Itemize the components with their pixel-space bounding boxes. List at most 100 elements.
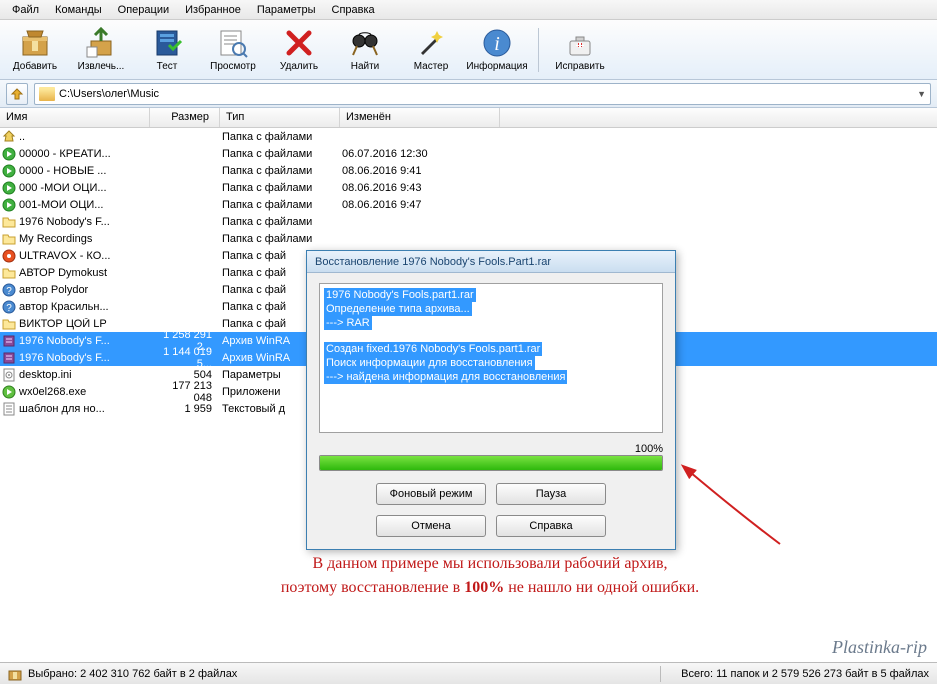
folder-icon xyxy=(2,317,16,331)
toolbar-label: Добавить xyxy=(13,61,57,72)
toolbar-label: Информация xyxy=(466,61,527,72)
annotation-caption: В данном примере мы использовали рабочий… xyxy=(140,552,840,600)
col-name[interactable]: Имя xyxy=(0,108,150,127)
up-icon xyxy=(2,130,16,144)
file-row[interactable]: My RecordingsПапка с файлами xyxy=(0,230,937,247)
repair-dialog: Восстановление 1976 Nobody's Fools.Part1… xyxy=(306,250,676,550)
add-button[interactable]: Добавить xyxy=(6,25,64,74)
toolbar-label: Просмотр xyxy=(210,61,256,72)
progress-bar xyxy=(319,455,663,471)
exe-icon xyxy=(2,385,16,399)
toolbar-label: Тест xyxy=(157,61,178,72)
path-text: C:\Users\олег\Music xyxy=(59,88,159,100)
toolbar-label: Удалить xyxy=(280,61,318,72)
svg-text:?: ? xyxy=(6,286,12,297)
file-type: Папка с файлами xyxy=(222,131,342,143)
menu-options[interactable]: Параметры xyxy=(249,2,324,18)
toolbar: Добавить Извлечь... Тест Просмотр Удалит… xyxy=(0,20,937,80)
background-button[interactable]: Фоновый режим xyxy=(376,483,486,505)
help-button[interactable]: Справка xyxy=(496,515,606,537)
file-modified: 08.06.2016 9:41 xyxy=(342,165,502,177)
play-icon xyxy=(2,164,16,178)
file-size: 1 144 019 5... xyxy=(152,346,222,370)
delete-icon xyxy=(283,27,315,59)
cancel-button[interactable]: Отмена xyxy=(376,515,486,537)
play-icon xyxy=(2,147,16,161)
wizard-button[interactable]: Мастер xyxy=(402,25,460,74)
archive-icon xyxy=(19,27,51,59)
file-row[interactable]: 0000 - НОВЫЕ ... Папка с файлами08.06.201… xyxy=(0,162,937,179)
test-icon xyxy=(151,27,183,59)
folder-icon xyxy=(2,266,16,280)
file-modified: 08.06.2016 9:47 xyxy=(342,199,502,211)
toolbar-separator xyxy=(538,28,539,72)
file-name: 000 -МОИ ОЦИ... xyxy=(19,182,107,194)
repair-icon xyxy=(564,27,596,59)
path-input[interactable]: C:\Users\олег\Music ▼ xyxy=(34,83,931,105)
up-button[interactable] xyxy=(6,83,28,105)
progress-percent: 100% xyxy=(635,443,663,455)
file-row[interactable]: 00000 - КРЕАТИ...Папка с файлами06.07.20… xyxy=(0,145,937,162)
toolbar-label: Найти xyxy=(351,61,380,72)
file-name: шаблон для но... xyxy=(19,403,105,415)
file-name: desktop.ini xyxy=(19,369,72,381)
test-button[interactable]: Тест xyxy=(138,25,196,74)
menu-help[interactable]: Справка xyxy=(324,2,383,18)
extract-icon xyxy=(85,27,117,59)
find-button[interactable]: Найти xyxy=(336,25,394,74)
file-name: wx0el268.exe xyxy=(19,386,86,398)
dropdown-arrow-icon[interactable]: ▼ xyxy=(917,89,926,99)
file-name: автор Polydor xyxy=(19,284,88,296)
delete-button[interactable]: Удалить xyxy=(270,25,328,74)
file-row[interactable]: 001-МОИ ОЦИ...Папка с файлами08.06.2016 … xyxy=(0,196,937,213)
txt-icon xyxy=(2,402,16,416)
file-name: ВИКТОР ЦОЙ LP xyxy=(19,318,107,330)
annotation-arrow xyxy=(680,464,790,554)
pause-button[interactable]: Пауза xyxy=(496,483,606,505)
play-icon xyxy=(2,198,16,212)
file-type: Папка с файлами xyxy=(222,165,342,177)
wizard-icon xyxy=(415,27,447,59)
extract-button[interactable]: Извлечь... xyxy=(72,25,130,74)
repair-button[interactable]: Исправить xyxy=(551,25,609,74)
file-row[interactable]: 1976 Nobody's F... Папка с файлами xyxy=(0,213,937,230)
watermark: Plastinka-rip xyxy=(832,637,927,658)
folder-icon xyxy=(2,215,16,229)
col-size[interactable]: Размер xyxy=(150,108,220,127)
view-button[interactable]: Просмотр xyxy=(204,25,262,74)
ini-icon xyxy=(2,368,16,382)
toolbar-label: Исправить xyxy=(555,61,604,72)
menu-commands[interactable]: Команды xyxy=(47,2,110,18)
menu-file[interactable]: Файл xyxy=(4,2,47,18)
file-type: Папка с файлами xyxy=(222,182,342,194)
view-icon xyxy=(217,27,249,59)
file-name: автор Красильн... xyxy=(19,301,109,313)
toolbar-label: Мастер xyxy=(414,61,449,72)
find-icon xyxy=(349,27,381,59)
dialog-title: Восстановление 1976 Nobody's Fools.Part1… xyxy=(307,251,675,273)
svg-text:?: ? xyxy=(6,303,12,314)
rar-icon xyxy=(2,351,16,365)
file-name: 1976 Nobody's F... xyxy=(19,216,110,228)
file-name: 0000 - НОВЫЕ ... xyxy=(19,165,106,177)
disc-icon xyxy=(2,249,16,263)
file-name: ULTRAVOX - КО... xyxy=(19,250,110,262)
file-name: .. xyxy=(19,131,25,143)
menu-favorites[interactable]: Избранное xyxy=(177,2,249,18)
status-left: Выбрано: 2 402 310 762 байт в 2 файлах xyxy=(28,668,237,680)
status-right: Всего: 11 папок и 2 579 526 273 байт в 5… xyxy=(681,668,929,680)
file-type: Папка с файлами xyxy=(222,199,342,211)
col-modified[interactable]: Изменён xyxy=(340,108,500,127)
file-row[interactable]: .. Папка с файлами xyxy=(0,128,937,145)
file-row[interactable]: 000 -МОИ ОЦИ...Папка с файлами08.06.2016… xyxy=(0,179,937,196)
file-modified: 06.07.2016 12:30 xyxy=(342,148,502,160)
column-header: Имя Размер Тип Изменён xyxy=(0,108,937,128)
col-type[interactable]: Тип xyxy=(220,108,340,127)
file-type: Папка с файлами xyxy=(222,216,342,228)
pathbar: C:\Users\олег\Music ▼ xyxy=(0,80,937,108)
status-bar: Выбрано: 2 402 310 762 байт в 2 файлах В… xyxy=(0,662,937,684)
info-button[interactable]: i Информация xyxy=(468,25,526,74)
menu-operations[interactable]: Операции xyxy=(110,2,177,18)
folder-icon xyxy=(2,232,16,246)
file-name: My Recordings xyxy=(19,233,92,245)
